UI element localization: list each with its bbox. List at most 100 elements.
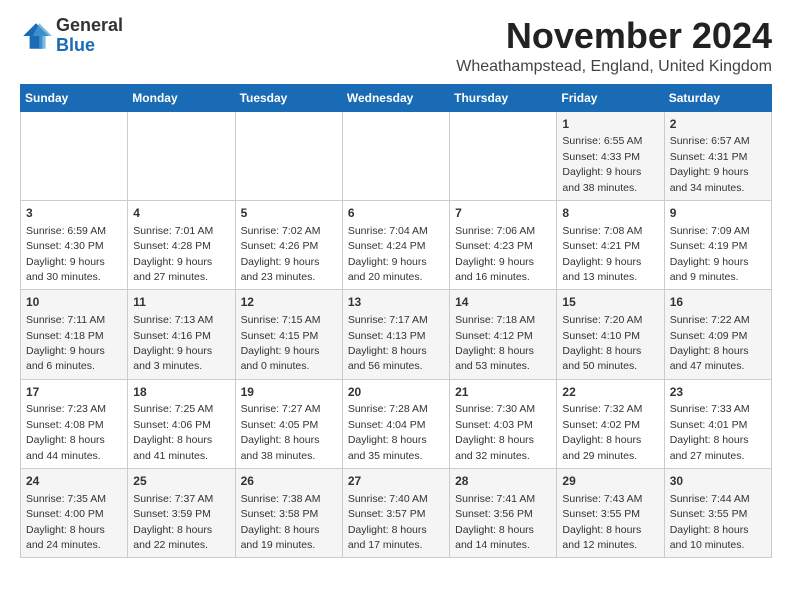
- calendar-empty: [342, 111, 449, 200]
- day-number: 6: [348, 205, 444, 222]
- day-info: Sunrise: 7:28 AM Sunset: 4:04 PM Dayligh…: [348, 403, 428, 461]
- calendar-day-23: 23 Sunrise: 7:33 AM Sunset: 4:01 PM Dayli…: [664, 379, 771, 468]
- day-number: 7: [455, 205, 551, 222]
- day-info: Sunrise: 7:20 AM Sunset: 4:10 PM Dayligh…: [562, 314, 642, 372]
- day-info: Sunrise: 6:57 AM Sunset: 4:31 PM Dayligh…: [670, 135, 750, 193]
- calendar-day-17: 17 Sunrise: 7:23 AM Sunset: 4:08 PM Dayli…: [21, 379, 128, 468]
- header-row: SundayMondayTuesdayWednesdayThursdayFrid…: [21, 84, 772, 111]
- day-number: 16: [670, 294, 766, 311]
- day-number: 17: [26, 384, 122, 401]
- calendar-table: SundayMondayTuesdayWednesdayThursdayFrid…: [20, 84, 772, 559]
- page-header: General Blue November 2024 Wheathampstea…: [20, 16, 772, 76]
- calendar-day-9: 9 Sunrise: 7:09 AM Sunset: 4:19 PM Daylig…: [664, 200, 771, 289]
- day-number: 12: [241, 294, 337, 311]
- calendar-day-10: 10 Sunrise: 7:11 AM Sunset: 4:18 PM Dayli…: [21, 290, 128, 379]
- header-day-tuesday: Tuesday: [235, 84, 342, 111]
- month-year-title: November 2024: [456, 16, 772, 56]
- day-number: 15: [562, 294, 658, 311]
- calendar-day-5: 5 Sunrise: 7:02 AM Sunset: 4:26 PM Daylig…: [235, 200, 342, 289]
- day-number: 20: [348, 384, 444, 401]
- calendar-day-11: 11 Sunrise: 7:13 AM Sunset: 4:16 PM Dayli…: [128, 290, 235, 379]
- day-number: 9: [670, 205, 766, 222]
- day-info: Sunrise: 7:43 AM Sunset: 3:55 PM Dayligh…: [562, 493, 642, 551]
- location-subtitle: Wheathampstead, England, United Kingdom: [456, 58, 772, 76]
- day-number: 3: [26, 205, 122, 222]
- logo-icon: [20, 20, 52, 52]
- day-number: 10: [26, 294, 122, 311]
- day-number: 29: [562, 473, 658, 490]
- day-info: Sunrise: 7:04 AM Sunset: 4:24 PM Dayligh…: [348, 225, 428, 283]
- day-number: 5: [241, 205, 337, 222]
- calendar-day-26: 26 Sunrise: 7:38 AM Sunset: 3:58 PM Dayli…: [235, 469, 342, 558]
- calendar-day-24: 24 Sunrise: 7:35 AM Sunset: 4:00 PM Dayli…: [21, 469, 128, 558]
- day-info: Sunrise: 7:08 AM Sunset: 4:21 PM Dayligh…: [562, 225, 642, 283]
- day-number: 4: [133, 205, 229, 222]
- header-day-sunday: Sunday: [21, 84, 128, 111]
- logo-general: General: [56, 16, 123, 36]
- calendar-week-5: 24 Sunrise: 7:35 AM Sunset: 4:00 PM Dayli…: [21, 469, 772, 558]
- day-info: Sunrise: 7:41 AM Sunset: 3:56 PM Dayligh…: [455, 493, 535, 551]
- calendar-empty: [450, 111, 557, 200]
- calendar-week-3: 10 Sunrise: 7:11 AM Sunset: 4:18 PM Dayli…: [21, 290, 772, 379]
- day-info: Sunrise: 7:09 AM Sunset: 4:19 PM Dayligh…: [670, 225, 750, 283]
- day-info: Sunrise: 7:11 AM Sunset: 4:18 PM Dayligh…: [26, 314, 105, 372]
- calendar-day-21: 21 Sunrise: 7:30 AM Sunset: 4:03 PM Dayli…: [450, 379, 557, 468]
- calendar-day-18: 18Sunrise: 7:25 AM Sunset: 4:06 PM Dayli…: [128, 379, 235, 468]
- day-info: Sunrise: 7:17 AM Sunset: 4:13 PM Dayligh…: [348, 314, 428, 372]
- calendar-day-2: 2 Sunrise: 6:57 AM Sunset: 4:31 PM Daylig…: [664, 111, 771, 200]
- day-info: Sunrise: 7:02 AM Sunset: 4:26 PM Dayligh…: [241, 225, 321, 283]
- day-info: Sunrise: 6:55 AM Sunset: 4:33 PM Dayligh…: [562, 135, 642, 193]
- day-number: 24: [26, 473, 122, 490]
- day-info: Sunrise: 7:35 AM Sunset: 4:00 PM Dayligh…: [26, 493, 106, 551]
- calendar-week-4: 17 Sunrise: 7:23 AM Sunset: 4:08 PM Dayli…: [21, 379, 772, 468]
- calendar-day-16: 16 Sunrise: 7:22 AM Sunset: 4:09 PM Dayli…: [664, 290, 771, 379]
- header-day-wednesday: Wednesday: [342, 84, 449, 111]
- day-number: 26: [241, 473, 337, 490]
- calendar-body: 1 Sunrise: 6:55 AM Sunset: 4:33 PM Daylig…: [21, 111, 772, 558]
- day-number: 21: [455, 384, 551, 401]
- header-day-thursday: Thursday: [450, 84, 557, 111]
- calendar-day-15: 15 Sunrise: 7:20 AM Sunset: 4:10 PM Dayli…: [557, 290, 664, 379]
- day-number: 1: [562, 116, 658, 133]
- day-info: Sunrise: 7:15 AM Sunset: 4:15 PM Dayligh…: [241, 314, 321, 372]
- day-info: Sunrise: 7:06 AM Sunset: 4:23 PM Dayligh…: [455, 225, 535, 283]
- calendar-day-25: 25 Sunrise: 7:37 AM Sunset: 3:59 PM Dayli…: [128, 469, 235, 558]
- day-info: Sunrise: 7:38 AM Sunset: 3:58 PM Dayligh…: [241, 493, 321, 551]
- calendar-empty: [128, 111, 235, 200]
- day-info: Sunrise: 7:25 AM Sunset: 4:06 PM Dayligh…: [133, 403, 213, 461]
- calendar-day-22: 22Sunrise: 7:32 AM Sunset: 4:02 PM Dayli…: [557, 379, 664, 468]
- header-day-monday: Monday: [128, 84, 235, 111]
- day-info: Sunrise: 7:23 AM Sunset: 4:08 PM Dayligh…: [26, 403, 106, 461]
- day-info: Sunrise: 7:22 AM Sunset: 4:09 PM Dayligh…: [670, 314, 750, 372]
- day-info: Sunrise: 7:13 AM Sunset: 4:16 PM Dayligh…: [133, 314, 213, 372]
- day-number: 2: [670, 116, 766, 133]
- day-number: 25: [133, 473, 229, 490]
- calendar-day-29: 29 Sunrise: 7:43 AM Sunset: 3:55 PM Dayli…: [557, 469, 664, 558]
- day-number: 27: [348, 473, 444, 490]
- day-info: Sunrise: 7:33 AM Sunset: 4:01 PM Dayligh…: [670, 403, 750, 461]
- day-info: Sunrise: 7:27 AM Sunset: 4:05 PM Dayligh…: [241, 403, 321, 461]
- calendar-day-12: 12 Sunrise: 7:15 AM Sunset: 4:15 PM Dayli…: [235, 290, 342, 379]
- calendar-day-28: 28 Sunrise: 7:41 AM Sunset: 3:56 PM Dayli…: [450, 469, 557, 558]
- day-number: 30: [670, 473, 766, 490]
- day-number: 28: [455, 473, 551, 490]
- calendar-day-14: 14Sunrise: 7:18 AM Sunset: 4:12 PM Dayli…: [450, 290, 557, 379]
- day-info: Sunrise: 7:37 AM Sunset: 3:59 PM Dayligh…: [133, 493, 213, 551]
- logo: General Blue: [20, 16, 123, 56]
- day-number: 22: [562, 384, 658, 401]
- logo-blue: Blue: [56, 36, 123, 56]
- day-info: Sunrise: 7:01 AM Sunset: 4:28 PM Dayligh…: [133, 225, 213, 283]
- calendar-day-19: 19Sunrise: 7:27 AM Sunset: 4:05 PM Dayli…: [235, 379, 342, 468]
- calendar-day-6: 6 Sunrise: 7:04 AM Sunset: 4:24 PM Daylig…: [342, 200, 449, 289]
- header-day-saturday: Saturday: [664, 84, 771, 111]
- calendar-day-27: 27Sunrise: 7:40 AM Sunset: 3:57 PM Dayli…: [342, 469, 449, 558]
- calendar-day-7: 7 Sunrise: 7:06 AM Sunset: 4:23 PM Daylig…: [450, 200, 557, 289]
- calendar-day-20: 20 Sunrise: 7:28 AM Sunset: 4:04 PM Dayli…: [342, 379, 449, 468]
- calendar-day-1: 1 Sunrise: 6:55 AM Sunset: 4:33 PM Daylig…: [557, 111, 664, 200]
- day-number: 11: [133, 294, 229, 311]
- day-number: 23: [670, 384, 766, 401]
- calendar-day-30: 30Sunrise: 7:44 AM Sunset: 3:55 PM Dayli…: [664, 469, 771, 558]
- day-info: Sunrise: 7:30 AM Sunset: 4:03 PM Dayligh…: [455, 403, 535, 461]
- day-info: Sunrise: 7:18 AM Sunset: 4:12 PM Dayligh…: [455, 314, 535, 372]
- logo-text: General Blue: [56, 16, 123, 56]
